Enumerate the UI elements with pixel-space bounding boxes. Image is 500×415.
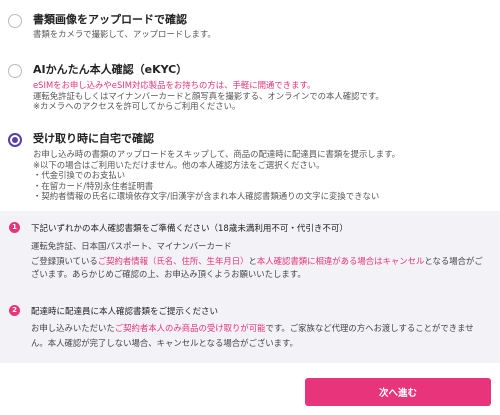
step-2-badge: 2 bbox=[9, 305, 20, 316]
radio-upload-documents[interactable] bbox=[8, 14, 22, 28]
step-2-text-post: です。ご家族など代理の方へお渡しすることができませ bbox=[265, 323, 474, 333]
option-home-desc-3: ・代金引換でのお支払い bbox=[33, 170, 126, 180]
warning-text-cancel: 本人確認書類に相違がある場合はキャンセル bbox=[256, 256, 425, 266]
warning-text-contract-info: ご契約者情報（氏名、住所、生年月日） bbox=[97, 256, 249, 266]
step-1-warning-line: ご登録頂いているご契約者情報（氏名、住所、生年月日）と本人確認書類に相違がある場… bbox=[31, 255, 483, 268]
option-upload-documents[interactable]: 書類画像をアップロードで確認 書類をカメラで撮影して、アップロードします。 bbox=[0, 0, 500, 55]
option-ekyc[interactable]: AIかんたん本人確認（eKYC） eSIMをお申し込みやeSIM対応製品をお持ち… bbox=[0, 58, 500, 118]
next-button[interactable]: 次へ進む bbox=[305, 378, 491, 406]
option-home-desc-4: ・在留カード/特別永住者証明書 bbox=[33, 180, 154, 191]
step-2-text-pre: お申し込みいただいた bbox=[31, 323, 115, 333]
option-ekyc-highlight: eSIMをお申し込みやeSIM対応製品をお持ちの方は、手軽に開通できます。 bbox=[33, 80, 316, 90]
option-upload-desc: 書類をカメラで撮影して、アップロードします。 bbox=[33, 29, 216, 39]
option-ekyc-title: AIかんたん本人確認（eKYC） bbox=[33, 63, 188, 76]
option-home-delivery-check[interactable]: 受け取り時に自宅で確認 お申し込み時の書類のアップロードをスキップして、商品の配… bbox=[0, 127, 500, 207]
option-ekyc-desc-2: ※カメラへのアクセスを許可してからご利用ください。 bbox=[33, 101, 241, 111]
option-home-title: 受け取り時に自宅で確認 bbox=[33, 132, 154, 145]
step-1-title: 下記いずれかの本人確認書類をご準備ください（18歳未満利用不可・代引き不可） bbox=[31, 224, 348, 234]
verification-info-panel: 1 下記いずれかの本人確認書類をご準備ください（18歳未満利用不可・代引き不可）… bbox=[0, 211, 500, 363]
step-1-documents: 運転免許証、日本国パスポート、マイナンバーカード bbox=[31, 241, 232, 251]
step-2-text-receiver: ご契約者本人のみ商品の受け取りが可能 bbox=[114, 323, 266, 333]
option-home-desc-2: ※以下の場合はご利用いただけません。他の本人確認方法をご選択ください。 bbox=[33, 159, 325, 170]
identity-verification-options: 書類画像をアップロードで確認 書類をカメラで撮影して、アップロードします。 AI… bbox=[0, 0, 500, 211]
radio-home-delivery-check[interactable] bbox=[8, 133, 22, 147]
option-home-desc-5: ・契約者情報の氏名に環境依存文字/旧漢字が含まれ本人確認書類通りの文字に変換でき… bbox=[33, 191, 380, 201]
warning-text-post: となる場合がご bbox=[424, 256, 483, 266]
option-upload-title: 書類画像をアップロードで確認 bbox=[33, 13, 187, 26]
warning-text-mid: と bbox=[248, 256, 257, 266]
step-2-title: 配達時に配達員に本人確認書類をご提示ください bbox=[31, 307, 219, 317]
radio-ekyc[interactable] bbox=[8, 64, 22, 78]
step-1-badge: 1 bbox=[9, 222, 20, 233]
step-2-line-2: ん。本人確認が完了しない場合、キャンセルとなる場合がございます。 bbox=[31, 338, 298, 348]
option-home-desc-1: お申し込み時の書類のアップロードをスキップして、商品の配達時に配達員に書類を提示… bbox=[33, 149, 400, 159]
warning-text-pre: ご登録頂いている bbox=[31, 256, 98, 266]
step-2-line-1: お申し込みいただいたご契約者本人のみ商品の受け取りが可能です。ご家族など代理の方… bbox=[31, 322, 474, 335]
step-1-confirm-line: ざいます。あらかじめご確認の上、お申込み頂くようお願いいたします。 bbox=[31, 269, 306, 279]
option-ekyc-desc-1: 運転免許証もしくはマイナンバーカードと顔写真を撮影する、オンラインでの本人確認で… bbox=[33, 90, 384, 101]
